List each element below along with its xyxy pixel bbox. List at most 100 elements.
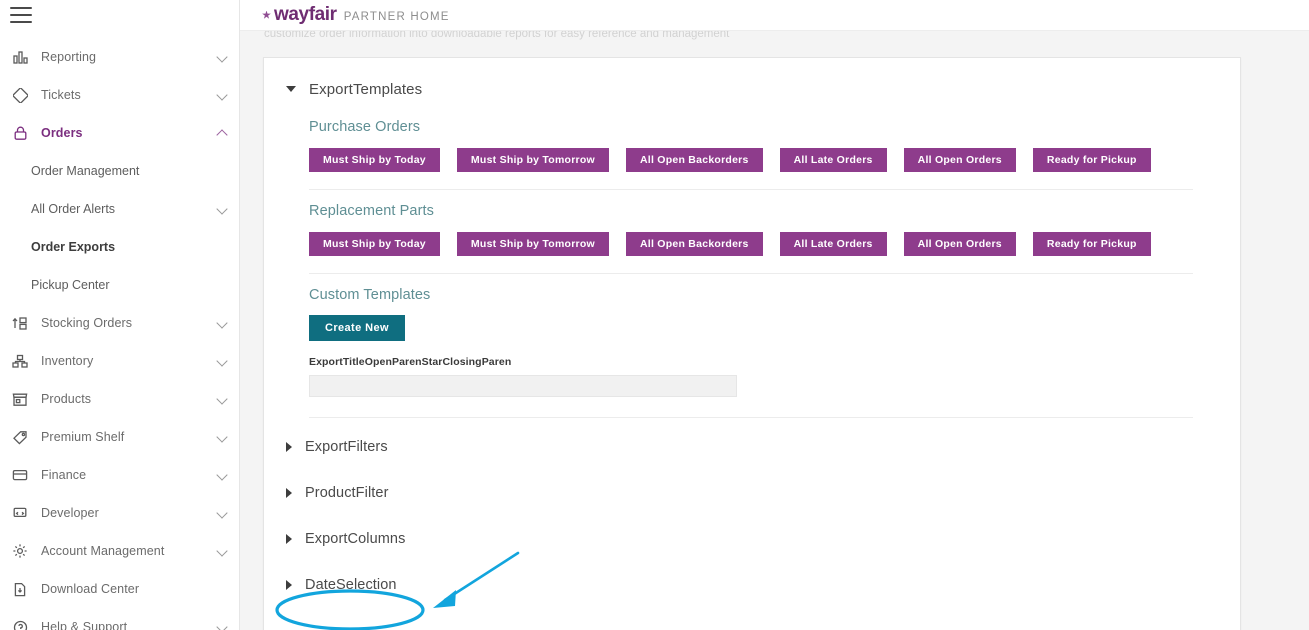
chevron-down-icon bbox=[217, 545, 229, 557]
template-button-all-late-orders[interactable]: All Late Orders bbox=[779, 232, 887, 256]
bag-icon bbox=[9, 123, 31, 143]
store-icon bbox=[9, 389, 31, 409]
sidebar-subitem-label: All Order Alerts bbox=[31, 202, 116, 216]
sidebar-item-order-exports[interactable]: Order Exports bbox=[0, 228, 239, 266]
accordion-title: ExportColumns bbox=[305, 531, 406, 547]
triangle-down-icon bbox=[286, 86, 296, 92]
sidebar-item-label: Finance bbox=[41, 468, 87, 482]
laptop-icon bbox=[9, 503, 31, 523]
accordion-title: ProductFilter bbox=[305, 485, 389, 501]
sidebar-item-products[interactable]: Products bbox=[0, 380, 239, 418]
top-header: wayfair PARTNER HOME bbox=[240, 0, 1309, 31]
triangle-right-icon bbox=[286, 488, 292, 498]
chevron-down-icon bbox=[217, 203, 229, 215]
inventory-icon bbox=[9, 351, 31, 371]
sidebar-item-developer[interactable]: Developer bbox=[0, 494, 239, 532]
ticket-icon bbox=[9, 85, 31, 105]
template-button-must-ship-today[interactable]: Must Ship by Today bbox=[309, 232, 440, 256]
sidebar-item-reporting[interactable]: Reporting bbox=[0, 38, 239, 76]
sidebar-item-label: Download Center bbox=[41, 582, 140, 596]
sidebar-item-label: Orders bbox=[41, 126, 83, 140]
hamburger-line bbox=[10, 7, 32, 9]
accordion-export-filters[interactable]: ExportFilters bbox=[264, 430, 1240, 464]
chevron-down-icon bbox=[217, 355, 229, 367]
accordion-product-filter[interactable]: ProductFilter bbox=[264, 476, 1240, 510]
accordion-title: ExportFilters bbox=[305, 439, 388, 455]
sidebar-item-download-center[interactable]: Download Center bbox=[0, 570, 239, 608]
brand-logo[interactable]: wayfair PARTNER HOME bbox=[240, 4, 450, 26]
template-button-all-open-backorders[interactable]: All Open Backorders bbox=[625, 232, 763, 256]
chevron-down-icon bbox=[217, 89, 229, 101]
export-title-field-label: ExportTitleOpenParenStarClosingParen bbox=[309, 356, 512, 368]
sidebar-subitem-label: Order Management bbox=[31, 164, 140, 178]
triangle-right-icon bbox=[286, 442, 292, 452]
accordion-export-templates[interactable]: ExportTemplates bbox=[264, 72, 1240, 106]
tag-icon bbox=[9, 427, 31, 447]
page-intro-text: customize order information into downloa… bbox=[264, 31, 730, 40]
template-button-all-late-orders[interactable]: All Late Orders bbox=[779, 148, 887, 172]
sidebar-subitem-label: Order Exports bbox=[31, 240, 116, 254]
sidebar-nav: Reporting Tickets Orders Order Managemen… bbox=[0, 38, 239, 630]
template-button-ready-for-pickup[interactable]: Ready for Pickup bbox=[1032, 232, 1151, 256]
sidebar-item-finance[interactable]: Finance bbox=[0, 456, 239, 494]
sidebar-item-label: Stocking Orders bbox=[41, 316, 133, 330]
sidebar: Reporting Tickets Orders Order Managemen… bbox=[0, 0, 240, 630]
sidebar-item-label: Products bbox=[41, 392, 92, 406]
sidebar-subitem-label: Pickup Center bbox=[31, 278, 110, 292]
chevron-up-icon bbox=[217, 127, 229, 139]
export-title-input[interactable] bbox=[309, 375, 737, 397]
group-title-custom-templates: Custom Templates bbox=[309, 287, 431, 303]
sidebar-item-label: Inventory bbox=[41, 354, 94, 368]
card-icon bbox=[9, 465, 31, 485]
sidebar-item-inventory[interactable]: Inventory bbox=[0, 342, 239, 380]
sidebar-item-order-management[interactable]: Order Management bbox=[0, 152, 239, 190]
sidebar-item-help-support[interactable]: Help & Support bbox=[0, 608, 239, 630]
template-button-all-open-orders[interactable]: All Open Orders bbox=[903, 232, 1016, 256]
template-button-must-ship-tomorrow[interactable]: Must Ship by Tomorrow bbox=[456, 232, 609, 256]
accordion-date-selection[interactable]: DateSelection bbox=[264, 568, 1240, 602]
template-button-must-ship-tomorrow[interactable]: Must Ship by Tomorrow bbox=[456, 148, 609, 172]
triangle-right-icon bbox=[286, 580, 292, 590]
accordion-title: ExportTemplates bbox=[309, 80, 423, 98]
sidebar-item-tickets[interactable]: Tickets bbox=[0, 76, 239, 114]
bar-chart-icon bbox=[9, 47, 31, 67]
template-button-ready-for-pickup[interactable]: Ready for Pickup bbox=[1032, 148, 1151, 172]
sidebar-item-all-order-alerts[interactable]: All Order Alerts bbox=[0, 190, 239, 228]
template-button-all-open-backorders[interactable]: All Open Backorders bbox=[625, 148, 763, 172]
accordion-export-columns[interactable]: ExportColumns bbox=[264, 522, 1240, 556]
sidebar-item-label: Premium Shelf bbox=[41, 430, 125, 444]
sidebar-item-stocking-orders[interactable]: Stocking Orders bbox=[0, 304, 239, 342]
section-divider bbox=[309, 189, 1193, 190]
sidebar-item-label: Reporting bbox=[41, 50, 97, 64]
brand-suffix: PARTNER HOME bbox=[343, 11, 450, 23]
group-title-purchase-orders: Purchase Orders bbox=[309, 119, 421, 135]
chevron-down-icon bbox=[217, 469, 229, 481]
section-divider bbox=[309, 417, 1193, 418]
chevron-down-icon bbox=[217, 317, 229, 329]
sidebar-item-label: Account Management bbox=[41, 544, 165, 558]
triangle-right-icon bbox=[286, 534, 292, 544]
sidebar-item-premium-shelf[interactable]: Premium Shelf bbox=[0, 418, 239, 456]
export-settings-card: ExportTemplates Purchase Orders Must Shi… bbox=[263, 57, 1241, 630]
chevron-down-icon bbox=[217, 431, 229, 443]
sidebar-item-pickup-center[interactable]: Pickup Center bbox=[0, 266, 239, 304]
button-row-purchase-orders: Must Ship by Today Must Ship by Tomorrow… bbox=[264, 148, 1240, 172]
template-button-must-ship-today[interactable]: Must Ship by Today bbox=[309, 148, 440, 172]
chevron-down-icon bbox=[217, 621, 229, 630]
sidebar-item-label: Help & Support bbox=[41, 620, 128, 630]
create-new-button[interactable]: Create New bbox=[309, 315, 405, 341]
sidebar-item-label: Developer bbox=[41, 506, 99, 520]
template-button-all-open-orders[interactable]: All Open Orders bbox=[903, 148, 1016, 172]
chevron-down-icon bbox=[217, 507, 229, 519]
stocking-icon bbox=[9, 313, 31, 333]
hamburger-line bbox=[10, 14, 32, 16]
hamburger-menu-icon[interactable] bbox=[8, 4, 34, 26]
group-title-replacement-parts: Replacement Parts bbox=[309, 203, 435, 219]
sidebar-item-orders[interactable]: Orders bbox=[0, 114, 239, 152]
section-divider bbox=[309, 273, 1193, 274]
chevron-down-icon bbox=[217, 393, 229, 405]
sidebar-item-account-management[interactable]: Account Management bbox=[0, 532, 239, 570]
sidebar-item-label: Tickets bbox=[41, 88, 81, 102]
download-file-icon bbox=[9, 579, 31, 599]
app-root: Reporting Tickets Orders Order Managemen… bbox=[0, 0, 1309, 630]
